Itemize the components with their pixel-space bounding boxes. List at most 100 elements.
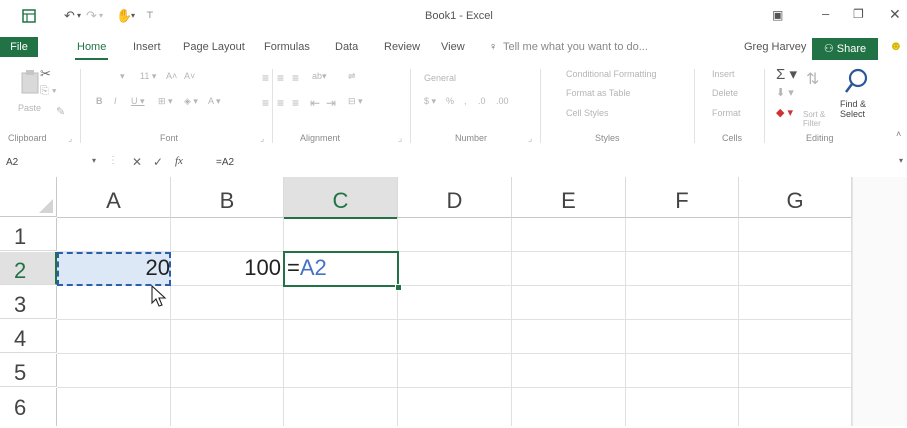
align-right-icon[interactable]: ≡ <box>292 96 299 110</box>
tab-page-layout[interactable]: Page Layout <box>183 41 245 53</box>
column-header-a[interactable]: A <box>57 177 171 218</box>
close-icon[interactable]: ✕ <box>889 6 901 23</box>
clear-icon[interactable]: ◆ ▾ <box>776 106 793 119</box>
column-header-c[interactable]: C <box>284 177 398 219</box>
currency-icon[interactable]: $ ▾ <box>424 96 436 107</box>
cell-styles-button[interactable]: Cell Styles <box>566 108 609 118</box>
middle-align-icon[interactable]: ≡ <box>277 71 284 85</box>
share-button[interactable]: ⚇ Share <box>812 38 878 60</box>
touch-mode-icon[interactable]: ✋ <box>116 8 132 24</box>
tab-insert[interactable]: Insert <box>133 41 161 53</box>
borders-icon[interactable]: ⊞ ▾ <box>158 96 173 107</box>
redo-dropdown-icon[interactable]: ▾ <box>99 11 103 20</box>
row-header-6[interactable]: 6 <box>0 388 57 426</box>
shrink-font-icon[interactable]: A˅ <box>184 71 195 81</box>
autosum-icon[interactable]: Σ ▾ <box>776 65 797 83</box>
fill-icon[interactable]: ⬇ ▾ <box>776 86 794 99</box>
user-name[interactable]: Greg Harvey <box>744 41 806 53</box>
clipboard-launcher-icon[interactable]: ⌟ <box>68 133 72 144</box>
column-header-g[interactable]: G <box>739 177 852 218</box>
undo-icon[interactable]: ↶ <box>64 8 75 24</box>
find-search-icon[interactable] <box>844 67 870 95</box>
cut-icon[interactable]: ✂ <box>40 66 51 82</box>
wrap-text-icon[interactable]: ⇌ <box>348 71 356 82</box>
gridline <box>57 387 852 388</box>
sort-filter-button[interactable]: Sort & Filter <box>803 110 831 128</box>
find-select-button[interactable]: Find & Select <box>840 99 878 119</box>
merge-center-icon[interactable]: ⊟ ▾ <box>348 96 363 107</box>
column-header-f[interactable]: F <box>626 177 739 218</box>
name-box[interactable]: A2 <box>6 157 18 168</box>
touch-dropdown-icon[interactable]: ▾ <box>131 11 135 20</box>
tab-file[interactable]: File <box>0 37 38 57</box>
decrease-decimal-icon[interactable]: .00 <box>496 96 509 106</box>
gridline <box>57 353 852 354</box>
italic-icon[interactable]: I <box>114 96 117 106</box>
orientation-icon[interactable]: ab▾ <box>312 71 327 82</box>
underline-icon[interactable]: U ▾ <box>131 96 145 107</box>
cell-b2-value[interactable]: 100 <box>171 255 281 281</box>
increase-decimal-icon[interactable]: .0 <box>478 96 486 106</box>
column-header-d[interactable]: D <box>398 177 512 218</box>
ribbon-display-options-icon[interactable]: ▣ <box>772 8 783 22</box>
row-header-5[interactable]: 5 <box>0 354 57 387</box>
maximize-icon[interactable]: ❐ <box>853 7 864 21</box>
bottom-align-icon[interactable]: ≡ <box>292 71 299 85</box>
group-font: Font <box>160 133 179 143</box>
top-align-icon[interactable]: ≡ <box>262 71 269 85</box>
format-cells-button[interactable]: Format <box>712 108 741 118</box>
tab-view[interactable]: View <box>441 41 465 53</box>
number-launcher-icon[interactable]: ⌟ <box>528 133 532 144</box>
cancel-entry-icon[interactable]: ✕ <box>132 155 142 169</box>
grow-font-icon[interactable]: A˄ <box>166 71 177 81</box>
percent-icon[interactable]: % <box>446 96 454 106</box>
collapse-ribbon-icon[interactable]: ˄ <box>896 129 901 139</box>
fill-handle[interactable] <box>395 284 402 291</box>
column-header-b[interactable]: B <box>171 177 284 218</box>
vertical-scrollbar[interactable] <box>852 177 907 426</box>
feedback-smiley-icon[interactable]: ☻ <box>889 38 903 53</box>
font-size-dropdown[interactable]: 11 ▾ <box>140 71 156 82</box>
customize-qat-icon[interactable]: ⊤ <box>146 10 154 21</box>
conditional-formatting-button[interactable]: Conditional Formatting <box>566 69 657 79</box>
copy-icon[interactable]: ⎘ ▾ <box>40 85 56 98</box>
insert-function-icon[interactable]: fx <box>175 155 183 167</box>
fill-color-icon[interactable]: ◈ ▾ <box>184 96 198 107</box>
bold-icon[interactable]: B <box>96 96 103 106</box>
format-as-table-button[interactable]: Format as Table <box>566 88 630 98</box>
decrease-indent-icon[interactable]: ⇤ <box>310 96 320 110</box>
row-header-1[interactable]: 1 <box>0 218 57 251</box>
align-center-icon[interactable]: ≡ <box>277 96 284 110</box>
sort-filter-icon[interactable]: ⇅ <box>806 69 819 89</box>
font-color-icon[interactable]: A ▾ <box>208 96 221 107</box>
column-header-e[interactable]: E <box>512 177 626 218</box>
alignment-launcher-icon[interactable]: ⌟ <box>398 133 402 144</box>
row-header-3[interactable]: 3 <box>0 286 57 319</box>
enter-check-icon[interactable]: ✓ <box>153 155 163 169</box>
formula-input[interactable]: =A2 <box>216 157 234 168</box>
redo-icon[interactable]: ↷ <box>86 8 97 24</box>
font-launcher-icon[interactable]: ⌟ <box>260 133 264 144</box>
name-box-dropdown-icon[interactable]: ▾ <box>92 156 96 165</box>
increase-indent-icon[interactable]: ⇥ <box>326 96 336 110</box>
tab-review[interactable]: Review <box>384 41 420 53</box>
undo-dropdown-icon[interactable]: ▾ <box>77 11 81 20</box>
tell-me-box[interactable]: Tell me what you want to do... <box>503 41 648 53</box>
formula-equals: = <box>287 255 300 280</box>
insert-cells-button[interactable]: Insert <box>712 69 735 79</box>
select-all-button[interactable] <box>0 177 57 217</box>
number-format-dropdown[interactable]: General <box>424 73 456 83</box>
row-header-4[interactable]: 4 <box>0 320 57 353</box>
font-name-dropdown[interactable]: ▾ <box>120 71 125 82</box>
minimize-icon[interactable]: – <box>822 6 829 21</box>
tab-data[interactable]: Data <box>335 41 358 53</box>
delete-cells-button[interactable]: Delete <box>712 88 738 98</box>
tab-home[interactable]: Home <box>74 41 109 60</box>
row-header-2[interactable]: 2 <box>0 252 57 285</box>
comma-icon[interactable]: , <box>464 96 467 106</box>
expand-formula-bar-icon[interactable]: ▾ <box>899 156 903 165</box>
divider <box>410 69 411 143</box>
format-painter-icon[interactable]: ✎ <box>56 105 65 118</box>
tab-formulas[interactable]: Formulas <box>264 41 310 53</box>
align-left-icon[interactable]: ≡ <box>262 96 269 110</box>
